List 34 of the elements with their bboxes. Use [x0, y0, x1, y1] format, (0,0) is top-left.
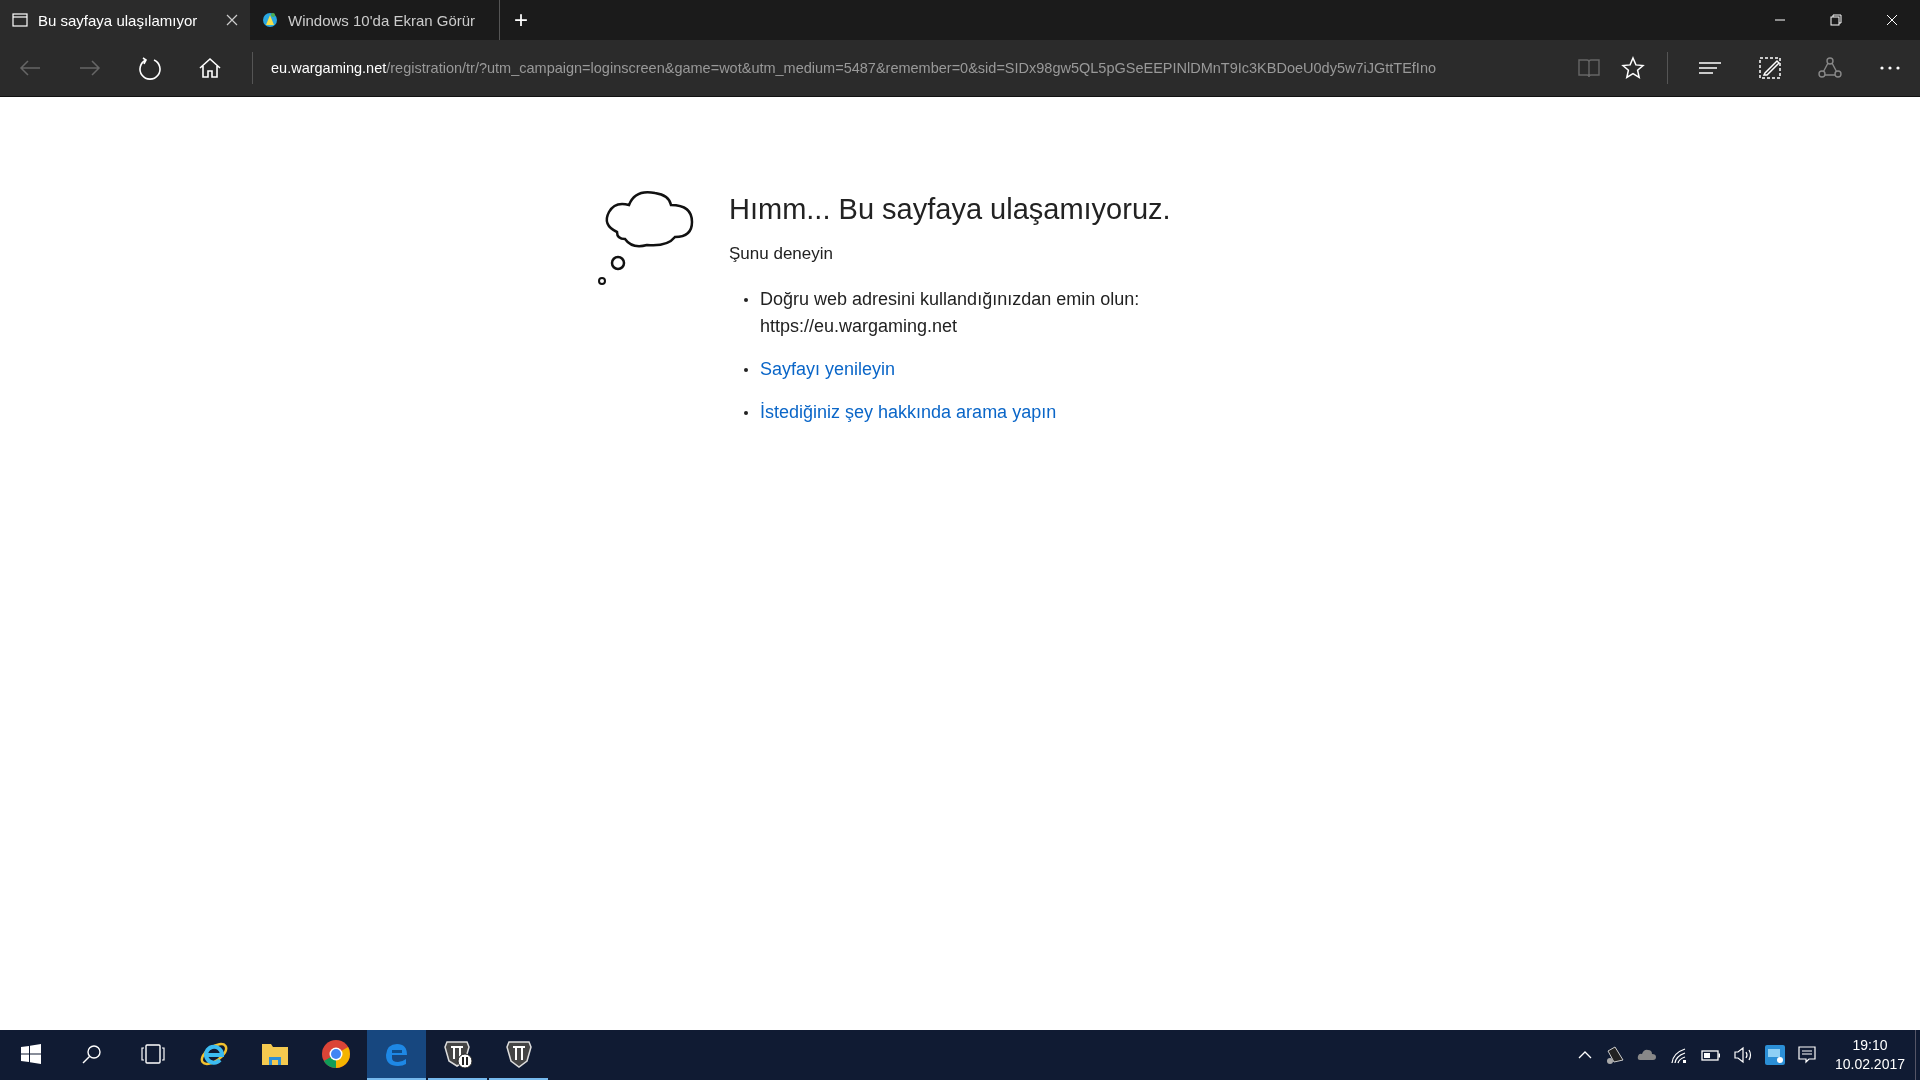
task-view-icon [140, 1044, 165, 1064]
browser-tab[interactable]: Bu sayfaya ulaşılamıyor [0, 0, 250, 40]
shield-badge-icon [442, 1039, 473, 1069]
address-field[interactable]: eu.wargaming.net/registration/tr/?utm_campaign=loginscreen&game=wot&utm_medium=5487&remember=0&sid=SIDx98gw5QL5pGSeEEPINlDMnT9Ic3KBDoeU0dy5w7iJGttTEfIno [265, 60, 1567, 76]
error-heading: Hımm... Bu sayfaya ulaşamıyoruz. [729, 193, 1171, 226]
tab-title: Bu sayfaya ulaşılamıyor [38, 11, 199, 29]
restore-icon[interactable] [1830, 14, 1842, 26]
windows-logo-icon [20, 1044, 41, 1064]
bullet-icon [744, 298, 748, 302]
site-logo-icon [262, 12, 278, 28]
bullet-icon [744, 368, 748, 372]
page-icon [12, 12, 28, 28]
tab-title: Windows 10'da Ekran Görür [288, 11, 477, 29]
star-icon[interactable] [1621, 56, 1645, 80]
suggestion-heading: Şunu deneyin [729, 244, 834, 264]
clock-time[interactable]: 19:10 [1852, 1036, 1888, 1055]
notification-icon[interactable] [1796, 1045, 1817, 1065]
pen-note-icon[interactable] [1758, 56, 1782, 80]
bullet-icon [744, 411, 748, 415]
search-icon [81, 1044, 102, 1064]
refresh-icon[interactable] [138, 56, 162, 80]
clock-date[interactable]: 10.02.2017 [1834, 1055, 1905, 1074]
share-icon[interactable] [1818, 56, 1842, 80]
chrome-logo-icon [320, 1039, 351, 1069]
close-icon[interactable] [226, 14, 238, 26]
suggestion-link[interactable]: Sayfayı yenileyin [760, 356, 896, 383]
monitor-app-icon[interactable] [1764, 1045, 1785, 1065]
shield-icon [503, 1039, 534, 1069]
suggestion-text: Doğru web adresini kullandığınızdan emin olun: https://eu.wargaming.net [760, 288, 1140, 338]
new-tab-button[interactable]: + [500, 0, 542, 40]
speaker-icon[interactable] [1604, 1045, 1625, 1065]
home-icon[interactable] [198, 56, 222, 80]
volume-icon[interactable] [1732, 1045, 1753, 1065]
suggestion-link[interactable]: İstediğiniz şey hakkında arama yapın [760, 399, 1057, 426]
